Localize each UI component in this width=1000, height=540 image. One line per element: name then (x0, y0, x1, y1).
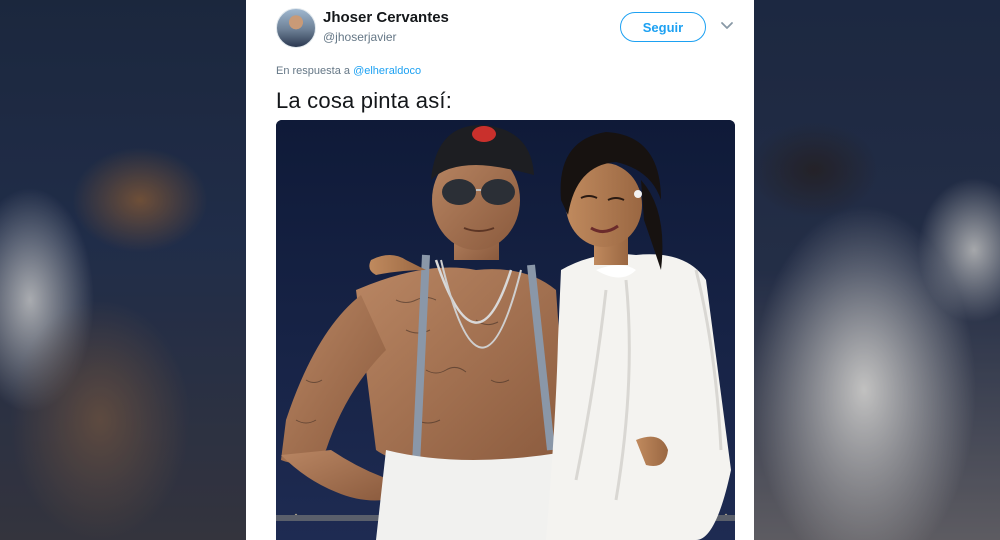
reply-mention-link[interactable]: @elheraldoco (353, 65, 421, 77)
author-display-name[interactable]: Jhoser Cervantes (323, 9, 449, 26)
blurred-background-right (754, 0, 1000, 540)
reply-context: En respuesta a @elheraldoco (276, 65, 421, 77)
author-handle[interactable]: @jhoserjavier (323, 30, 397, 44)
tweet-media-photo[interactable] (276, 120, 735, 540)
chevron-down-icon[interactable] (720, 20, 734, 32)
author-avatar[interactable] (276, 8, 316, 48)
photo-illustration (276, 120, 735, 540)
follow-button-label: Seguir (642, 19, 684, 35)
follow-button[interactable]: Seguir (620, 12, 706, 42)
reply-prefix: En respuesta a (276, 65, 350, 77)
blurred-background-left (0, 0, 246, 540)
tweet-card: Jhoser Cervantes @jhoserjavier Seguir En… (246, 0, 754, 540)
tweet-text: La cosa pinta así: (276, 88, 453, 113)
